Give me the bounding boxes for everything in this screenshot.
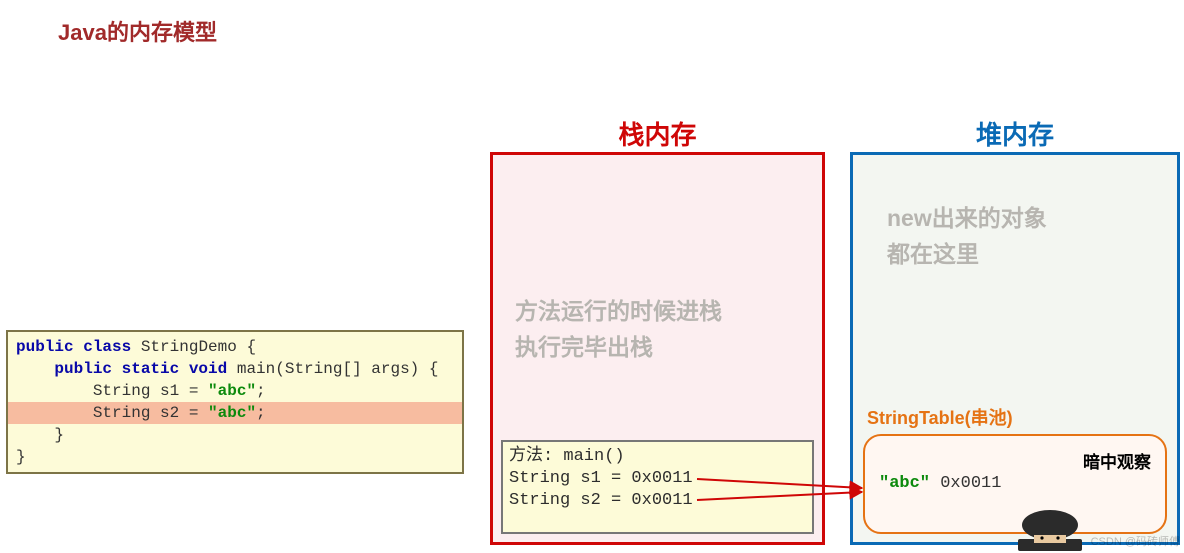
- pool-entry-abc: "abc" 0x0011: [879, 474, 1001, 493]
- stack-note-line-2: 执行完毕出栈: [515, 329, 722, 365]
- method-name: main: [237, 360, 275, 378]
- kw-psv: public static void: [16, 360, 237, 378]
- frame-var-s1: String s1 = 0x0011: [509, 468, 806, 490]
- stack-note: 方法运行的时候进栈 执行完毕出栈: [515, 293, 722, 365]
- method-sig: (String[] args) {: [275, 360, 438, 378]
- frame-var-s2: String s2 = 0x0011: [509, 490, 806, 512]
- s1-literal: "abc": [208, 382, 256, 400]
- heap-note-line-2: 都在这里: [887, 236, 1047, 272]
- pool-entry-addr: 0x0011: [930, 474, 1001, 493]
- code-line-3: String s1 = "abc";: [8, 380, 462, 402]
- code-block: public class StringDemo { public static …: [6, 330, 464, 474]
- heap-note: new出来的对象 都在这里: [887, 200, 1047, 272]
- stack-note-line-1: 方法运行的时候进栈: [515, 293, 722, 329]
- s2-semi: ;: [256, 404, 266, 422]
- code-brace: {: [237, 338, 256, 356]
- page-title: Java的内存模型: [58, 15, 217, 47]
- pool-entry-value: "abc": [879, 474, 930, 493]
- class-name: StringDemo: [141, 338, 237, 356]
- code-line-6: }: [8, 446, 462, 468]
- s1-decl: String s1 =: [16, 382, 208, 400]
- s1-semi: ;: [256, 382, 266, 400]
- heap-memory-box: new出来的对象 都在这里 StringTable(串池) "abc" 0x00…: [850, 152, 1180, 545]
- string-pool-label: StringTable(串池): [867, 404, 1013, 430]
- heap-note-line-1: new出来的对象: [887, 200, 1047, 236]
- s2-decl: String s2 =: [16, 404, 208, 422]
- code-line-5: }: [8, 424, 462, 446]
- stack-frame-main: 方法: main() String s1 = 0x0011 String s2 …: [501, 440, 814, 534]
- kw-public-class: public class: [16, 338, 141, 356]
- s2-literal: "abc": [208, 404, 256, 422]
- heap-title: 堆内存: [850, 115, 1180, 152]
- code-line-1: public class StringDemo {: [8, 336, 462, 358]
- frame-title: 方法: main(): [509, 446, 806, 468]
- code-line-2: public static void main(String[] args) {: [8, 358, 462, 380]
- code-line-4-highlight: String s2 = "abc";: [8, 402, 462, 424]
- stack-title: 栈内存: [490, 115, 825, 152]
- mascot-icon: [1014, 505, 1086, 553]
- watermark: CSDN @码砖师傅: [1091, 533, 1180, 549]
- watch-label: 暗中观察: [1083, 448, 1151, 473]
- stack-memory-box: 方法运行的时候进栈 执行完毕出栈 方法: main() String s1 = …: [490, 152, 825, 545]
